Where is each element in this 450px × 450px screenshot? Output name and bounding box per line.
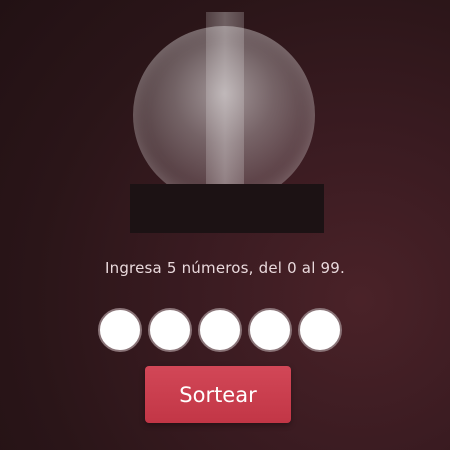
globe-base [130, 184, 324, 233]
globe-tube [206, 12, 244, 187]
number-input-4[interactable] [248, 308, 292, 352]
number-input-3[interactable] [198, 308, 242, 352]
draw-button[interactable]: Sortear [145, 366, 291, 423]
number-input-2[interactable] [148, 308, 192, 352]
instruction-text: Ingresa 5 números, del 0 al 99. [104, 259, 345, 277]
number-input-5[interactable] [298, 308, 342, 352]
lottery-globe [0, 0, 450, 240]
number-inputs [98, 308, 342, 352]
number-input-1[interactable] [98, 308, 142, 352]
lottery-app: Ingresa 5 números, del 0 al 99. Sortear [0, 0, 450, 450]
